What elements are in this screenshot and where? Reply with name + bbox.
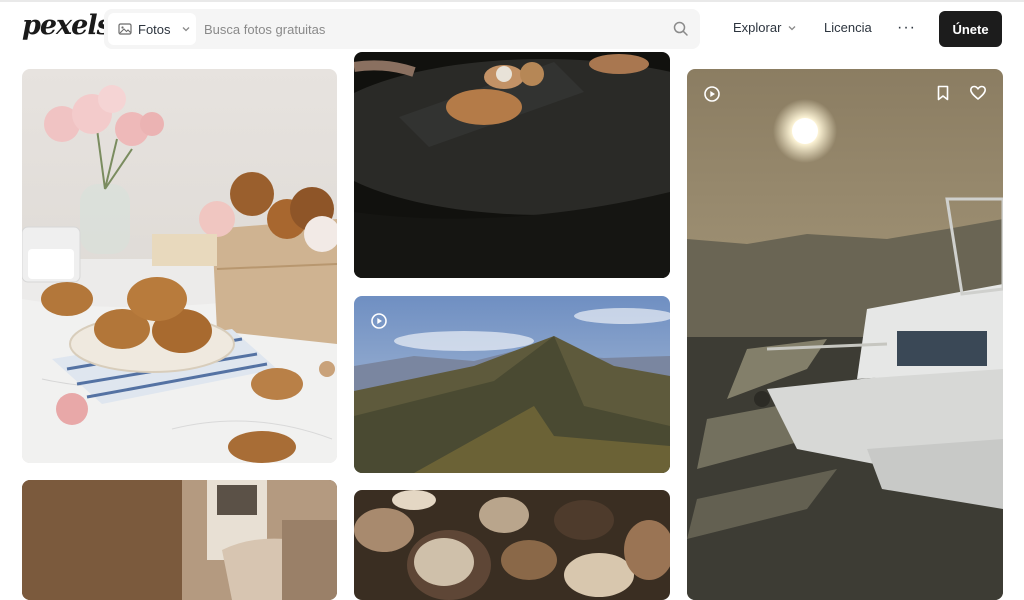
more-menu-button[interactable]: ··· bbox=[897, 19, 916, 37]
header: pexels Fotos Explorar Licencia ··· Únete bbox=[0, 0, 1024, 60]
search-type-label: Fotos bbox=[138, 21, 171, 37]
chevron-down-icon bbox=[182, 27, 189, 32]
play-icon bbox=[704, 86, 720, 102]
search-type-dropdown[interactable]: Fotos bbox=[108, 13, 196, 45]
license-link[interactable]: Licencia bbox=[824, 20, 872, 35]
scones-photo bbox=[22, 69, 337, 463]
heart-icon[interactable] bbox=[969, 84, 987, 102]
explore-menu[interactable]: Explorar bbox=[733, 20, 797, 35]
search-input[interactable] bbox=[204, 9, 654, 49]
search-icon[interactable] bbox=[672, 20, 690, 38]
chevron-down-icon bbox=[788, 25, 796, 30]
join-button[interactable]: Únete bbox=[939, 11, 1002, 47]
dinner-plate-photo bbox=[354, 52, 670, 278]
window-chair-photo bbox=[22, 480, 337, 600]
pexels-logo[interactable]: pexels bbox=[22, 10, 112, 41]
photo-card-window[interactable] bbox=[22, 480, 337, 600]
boat-sunset-photo bbox=[687, 69, 1003, 600]
photo-card-dinner[interactable] bbox=[354, 52, 670, 278]
bookmark-icon[interactable] bbox=[934, 84, 952, 102]
play-icon bbox=[371, 313, 387, 329]
video-card-mountain[interactable] bbox=[354, 296, 670, 473]
search-bar: Fotos bbox=[104, 9, 700, 49]
photo-card-scones[interactable] bbox=[22, 69, 337, 463]
image-icon bbox=[118, 23, 132, 35]
video-card-boat[interactable] bbox=[687, 69, 1003, 600]
explore-label: Explorar bbox=[733, 20, 782, 35]
mountain-photo bbox=[354, 296, 670, 473]
